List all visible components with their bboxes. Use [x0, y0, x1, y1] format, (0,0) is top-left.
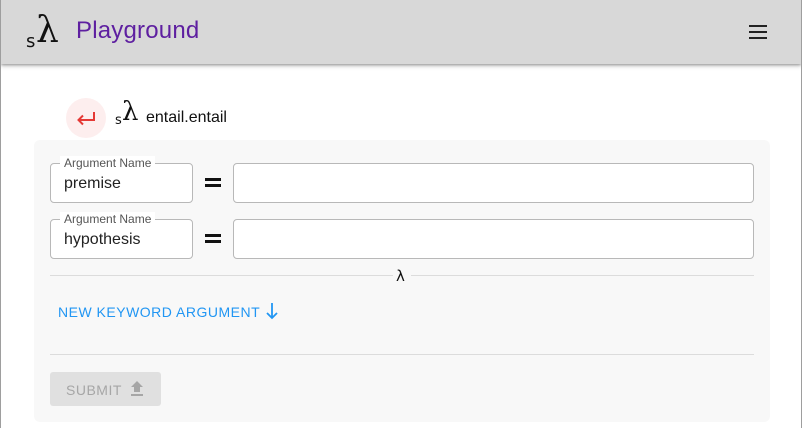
argument-name-field-hypothesis[interactable]: Argument Name hypothesis	[50, 212, 193, 259]
menu-button[interactable]	[740, 14, 776, 50]
hamburger-menu-icon-bar	[749, 31, 767, 33]
argument-name-label: Argument Name	[60, 212, 156, 226]
back-button[interactable]	[66, 98, 106, 138]
divider	[50, 354, 754, 355]
argument-name-label: Argument Name	[60, 156, 156, 170]
argument-name-value: hypothesis	[64, 231, 141, 248]
equals-icon	[205, 234, 221, 244]
submit-label: SUBMIT	[66, 382, 122, 398]
playground-window: s λ Playground s λ entail.entail Argumen…	[0, 0, 802, 428]
app-title: Playground	[76, 17, 200, 44]
return-arrow-icon	[77, 112, 95, 126]
new-keyword-argument-label: NEW KEYWORD ARGUMENT	[58, 304, 261, 320]
hamburger-menu-icon	[749, 25, 767, 27]
arrow-down-icon	[266, 303, 278, 320]
argument-value-input-hypothesis[interactable]	[233, 219, 754, 259]
submit-button[interactable]: SUBMIT	[50, 372, 161, 406]
upload-icon	[131, 381, 143, 396]
app-bar: s λ Playground	[1, 0, 801, 64]
equals-icon	[205, 178, 221, 188]
argument-name-field-premise[interactable]: Argument Name premise	[50, 156, 193, 203]
argument-value-input-premise[interactable]	[233, 163, 754, 203]
arguments-card: Argument Name premise Argument Name hypo…	[34, 140, 770, 422]
argument-name-value: premise	[64, 175, 121, 192]
logo-s-glyph: s	[26, 31, 36, 52]
function-logo: s λ	[114, 97, 142, 132]
function-name: entail.entail	[146, 109, 227, 126]
hamburger-menu-icon-bar	[749, 37, 767, 39]
divider	[411, 275, 754, 276]
function-logo-s-glyph: s	[115, 113, 122, 128]
app-logo: s λ	[23, 10, 63, 52]
function-logo-lambda-glyph: λ	[122, 97, 139, 127]
divider	[50, 275, 393, 276]
lambda-separator: λ	[396, 267, 405, 285]
logo-lambda-glyph: λ	[36, 10, 59, 51]
